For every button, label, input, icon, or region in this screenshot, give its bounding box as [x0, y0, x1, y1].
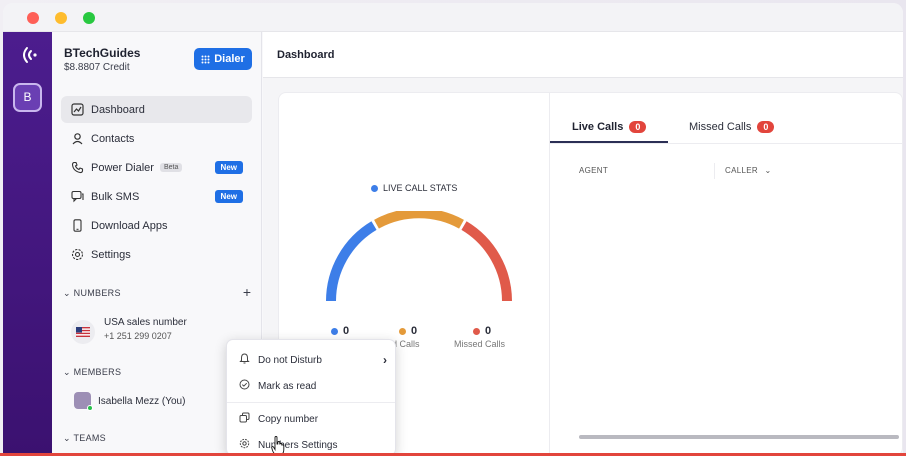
menu-item-label: Do not Disturb [258, 354, 322, 366]
contacts-icon [70, 132, 84, 146]
stat-label: Missed Calls [454, 339, 506, 349]
tab-label: Live Calls [572, 121, 624, 133]
sidebar-item-settings[interactable]: Settings [61, 241, 252, 268]
gauge-segment-red [461, 221, 512, 302]
check-circle-icon [239, 379, 250, 393]
stat-missed-calls: 0 [473, 325, 491, 337]
app-logo-icon [19, 46, 39, 64]
add-number-icon[interactable]: + [243, 284, 251, 300]
tabs-divider [550, 143, 903, 144]
number-phone: +1 251 299 0207 [104, 331, 172, 341]
tab-missed-calls[interactable]: Missed Calls 0 [689, 121, 775, 133]
chevron-down-icon: ⌄ [63, 288, 71, 298]
phone-icon [70, 161, 84, 175]
page-header: Dashboard [263, 32, 903, 78]
sidebar-item-contacts[interactable]: Contacts [61, 125, 252, 152]
member-name[interactable]: Isabella Mezz (You) [98, 396, 185, 407]
menu-item-numbers-settings[interactable]: Numbers Settings [239, 438, 337, 452]
live-call-gauge [326, 211, 512, 302]
sidebar-item-label: Download Apps [91, 219, 168, 232]
stat-value: 0 [343, 325, 350, 337]
account-name: BTechGuides [64, 46, 141, 60]
numbers-section-header[interactable]: ⌄ NUMBERS [63, 288, 121, 299]
menu-divider [227, 402, 395, 403]
tab-label: Missed Calls [689, 121, 752, 133]
close-window-button[interactable] [27, 12, 39, 24]
stat-value: 0 [485, 325, 492, 337]
stat-dot-icon [399, 327, 406, 335]
menu-item-label: Copy number [258, 413, 319, 425]
teams-heading: TEAMS [73, 433, 106, 443]
gauge-segment-blue [326, 221, 377, 302]
sidebar-item-label: Contacts [91, 132, 135, 145]
live-call-stats-legend: LIVE CALL STATS [371, 183, 457, 193]
column-divider [714, 163, 715, 179]
tab-live-calls[interactable]: Live Calls 0 [572, 121, 647, 133]
teams-section-header[interactable]: ⌄ TEAMS [63, 433, 106, 444]
new-badge: New [214, 161, 243, 174]
beta-tag: Beta [159, 163, 183, 172]
page-title: Dashboard [277, 49, 335, 61]
sidebar-item-download-apps[interactable]: Download Apps [61, 212, 252, 239]
legend-dot-icon [371, 184, 378, 192]
dialer-label: Dialer [214, 53, 245, 65]
sidebar-item-label: Dashboard [91, 103, 145, 116]
stat-dot-icon [473, 327, 480, 335]
count-badge: 0 [757, 121, 775, 133]
copy-icon [239, 412, 250, 426]
keypad-icon [201, 55, 210, 63]
panel-divider [549, 93, 550, 456]
minimize-window-button[interactable] [55, 12, 67, 24]
menu-item-mark-as-read[interactable]: Mark as read [239, 379, 316, 393]
numbers-heading: NUMBERS [73, 288, 121, 298]
column-agent[interactable]: AGENT [579, 166, 608, 175]
chevron-down-icon: ⌄ [63, 367, 71, 377]
count-badge: 0 [629, 121, 647, 133]
mobile-icon [70, 219, 84, 233]
chevron-down-icon: ⌄ [764, 166, 772, 175]
sidebar-item-label: Power Dialer [91, 161, 154, 174]
chevron-right-icon: › [383, 353, 387, 367]
sidebar-item-bulk-sms[interactable]: Bulk SMS New [61, 183, 252, 210]
dialer-button[interactable]: Dialer [194, 48, 252, 70]
sidebar-item-dashboard[interactable]: Dashboard [61, 96, 252, 123]
legend-label: LIVE CALL STATS [383, 183, 458, 193]
horizontal-scrollbar[interactable] [579, 435, 899, 439]
workspace-avatar[interactable]: B [13, 83, 42, 112]
gear-icon [239, 438, 250, 452]
stat-value: 0 [411, 325, 418, 337]
workspace-rail: B [3, 32, 52, 456]
column-caller[interactable]: CALLER ⌄ [725, 166, 771, 175]
bell-icon [239, 353, 250, 367]
online-status-icon [87, 405, 93, 411]
context-menu: Do not Disturb › Mark as read Copy numbe… [226, 339, 396, 456]
number-name[interactable]: USA sales number [104, 317, 187, 328]
active-tab-indicator [550, 141, 668, 143]
us-flag-icon [71, 320, 95, 344]
sidebar-item-label: Settings [91, 248, 131, 261]
menu-item-copy-number[interactable]: Copy number [239, 412, 318, 426]
account-credit: $8.8807 Credit [64, 62, 130, 73]
menu-item-label: Mark as read [258, 380, 317, 392]
sidebar-item-label: Bulk SMS [91, 190, 140, 203]
chevron-down-icon: ⌄ [63, 433, 71, 443]
gear-icon [70, 248, 84, 262]
dashboard-icon [70, 103, 84, 117]
sidebar-item-power-dialer[interactable]: Power Dialer Beta New [61, 154, 252, 181]
title-bar [3, 3, 903, 32]
menu-item-do-not-disturb[interactable]: Do not Disturb › [239, 353, 387, 367]
stat-dot-icon [331, 327, 338, 335]
members-heading: MEMBERS [73, 367, 122, 377]
stat-total: 0 [331, 325, 349, 337]
app-window: B BTechGuides $8.8807 Credit Dialer Dash… [3, 3, 903, 456]
column-caller-label: CALLER [725, 166, 758, 175]
members-section-header[interactable]: ⌄ MEMBERS [63, 367, 121, 378]
stat-missed: 0 [399, 325, 417, 337]
maximize-window-button[interactable] [83, 12, 95, 24]
new-badge: New [214, 190, 243, 203]
menu-item-label: Numbers Settings [258, 439, 338, 451]
gauge-segment-orange [374, 211, 464, 229]
sms-icon [70, 190, 84, 204]
